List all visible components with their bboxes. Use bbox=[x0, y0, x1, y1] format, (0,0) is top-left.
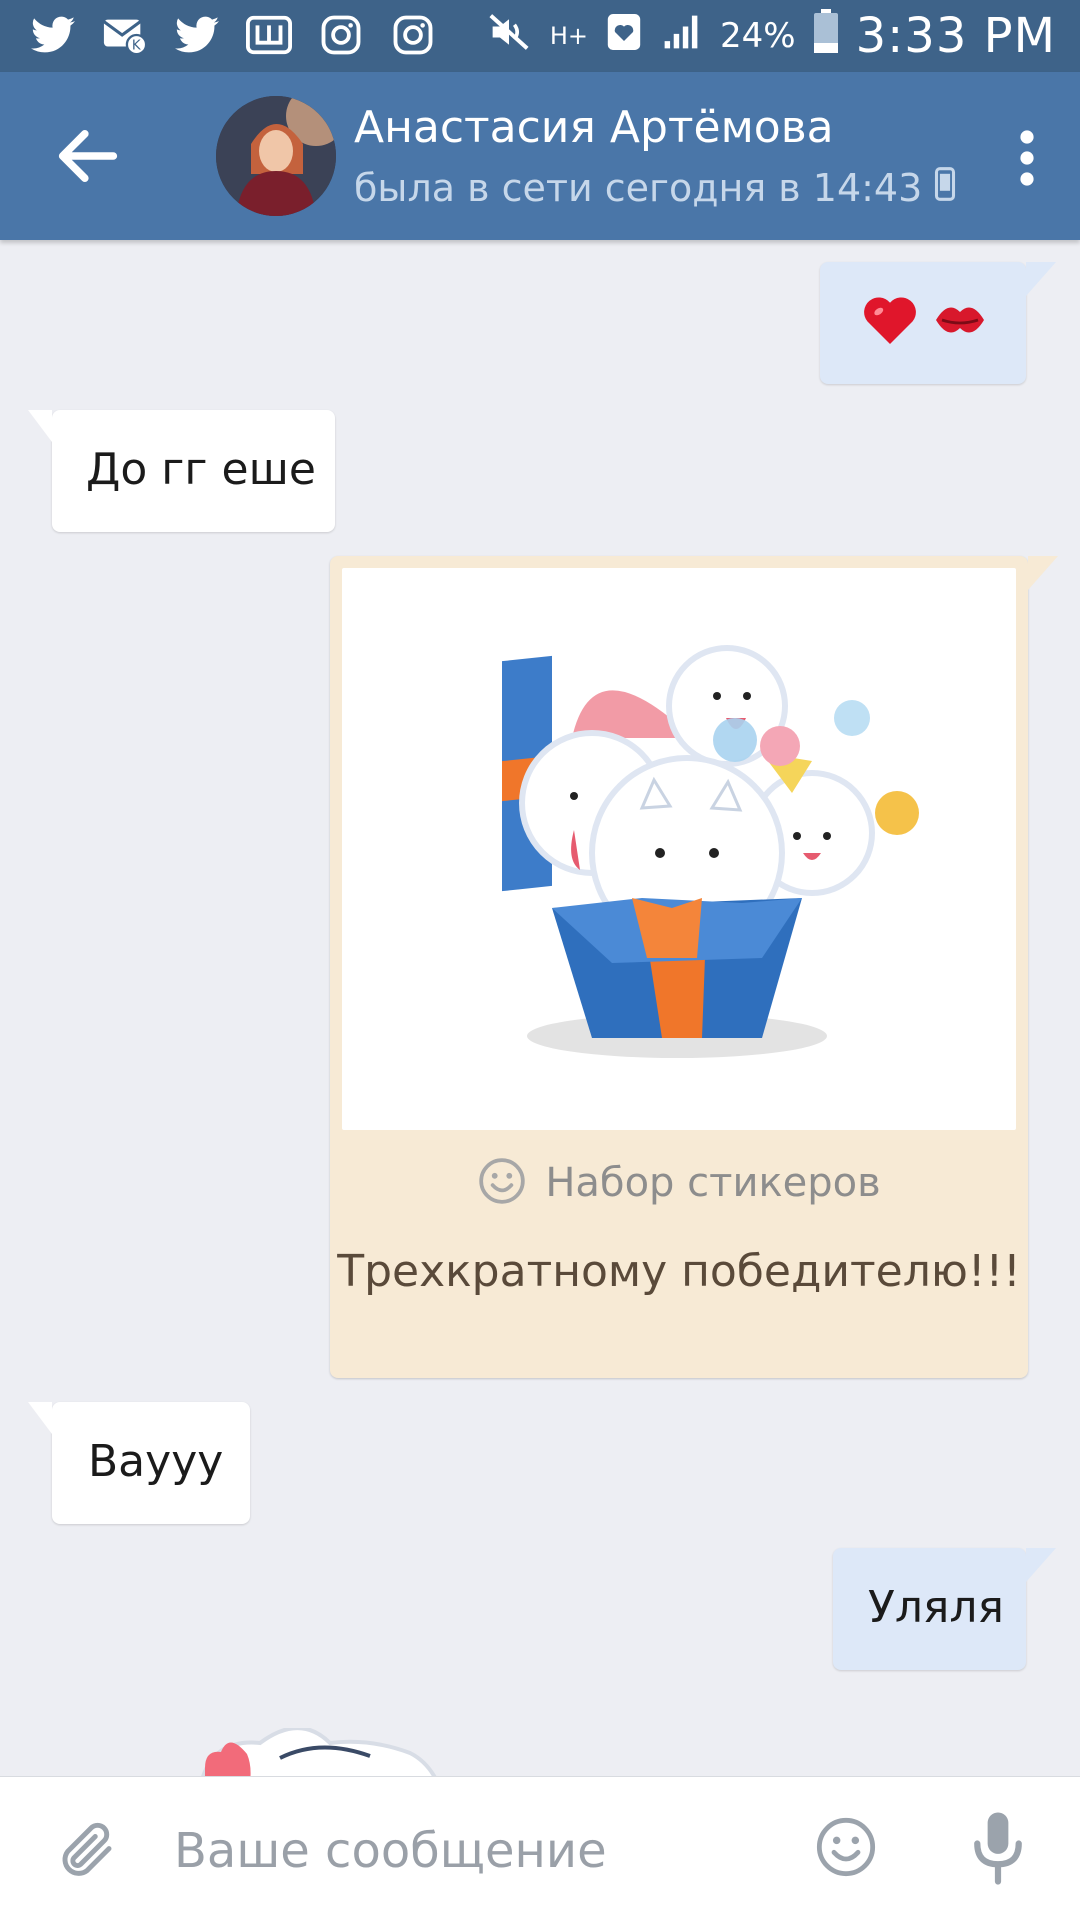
kiss-emoji-icon bbox=[932, 296, 988, 348]
message-outgoing[interactable] bbox=[820, 262, 1056, 384]
heart-emoji-icon bbox=[860, 290, 920, 352]
message-incoming[interactable]: Вауyy bbox=[28, 1402, 250, 1524]
message-text: Вауyy bbox=[88, 1436, 224, 1487]
heart-notification-icon bbox=[606, 9, 642, 63]
bubble-tail bbox=[28, 1402, 52, 1434]
last-seen-status: была в сети сегодня в 14:43 bbox=[354, 166, 956, 210]
bubble-tail bbox=[1026, 262, 1056, 296]
sticker-pack-row[interactable]: Набор стикеров bbox=[330, 1156, 1028, 1210]
battery-percent: 24% bbox=[720, 16, 796, 56]
last-seen-text: была в сети сегодня в 14:43 bbox=[354, 166, 923, 210]
svg-text:K: K bbox=[132, 39, 142, 54]
battery-icon bbox=[813, 8, 838, 64]
mobile-icon bbox=[934, 166, 956, 210]
network-type: H+ bbox=[549, 22, 589, 50]
back-arrow-icon[interactable] bbox=[50, 118, 126, 194]
microphone-icon[interactable] bbox=[970, 1809, 1026, 1885]
gift-sticker-image[interactable] bbox=[342, 568, 1016, 1130]
instagram-icon bbox=[316, 12, 366, 58]
more-options-icon[interactable] bbox=[1012, 128, 1042, 188]
message-input[interactable] bbox=[172, 1805, 776, 1897]
attach-icon[interactable] bbox=[54, 1817, 120, 1883]
bubble-tail bbox=[1028, 556, 1058, 590]
twitter-icon bbox=[172, 12, 222, 58]
gift-caption: Трехкратному победителю!!! bbox=[337, 1246, 1021, 1297]
smile-icon bbox=[477, 1156, 527, 1210]
avatar[interactable] bbox=[216, 96, 336, 216]
shazam-icon bbox=[244, 12, 294, 58]
twitter-icon bbox=[28, 12, 78, 58]
message-text: До гг еше bbox=[86, 444, 316, 495]
bubble-tail bbox=[28, 410, 52, 442]
clock: 3:33 PM bbox=[855, 8, 1056, 64]
sticker-pack-label: Набор стикеров bbox=[545, 1160, 881, 1206]
contact-name[interactable]: Анастасия Артёмова bbox=[354, 102, 834, 153]
gift-message[interactable]: Набор стикеров Трехкратному победителю!!… bbox=[330, 556, 1058, 1378]
sticker-preview[interactable] bbox=[190, 1726, 450, 1776]
message-text: Уляля bbox=[868, 1582, 1004, 1633]
message-outgoing[interactable]: Уляля bbox=[833, 1548, 1056, 1670]
message-incoming[interactable]: До гг еше bbox=[28, 410, 335, 532]
chat-header: Анастасия Артёмова была в сети сегодня в… bbox=[0, 72, 1080, 240]
vk-mail-icon: K bbox=[100, 12, 150, 58]
bubble-tail bbox=[1026, 1548, 1056, 1582]
instagram-icon bbox=[388, 12, 438, 58]
message-composer bbox=[0, 1776, 1080, 1921]
notification-icons: K bbox=[28, 12, 438, 58]
status-bar: K H+ 24% 3:33 PM bbox=[0, 0, 1080, 72]
emoji-icon[interactable] bbox=[814, 1815, 878, 1879]
message-list[interactable]: До гг еше Набор стикеров Трехкратному по… bbox=[0, 240, 1080, 1776]
status-right: H+ 24% 3:33 PM bbox=[486, 8, 1056, 64]
mute-icon bbox=[486, 9, 532, 63]
signal-icon bbox=[660, 9, 702, 63]
